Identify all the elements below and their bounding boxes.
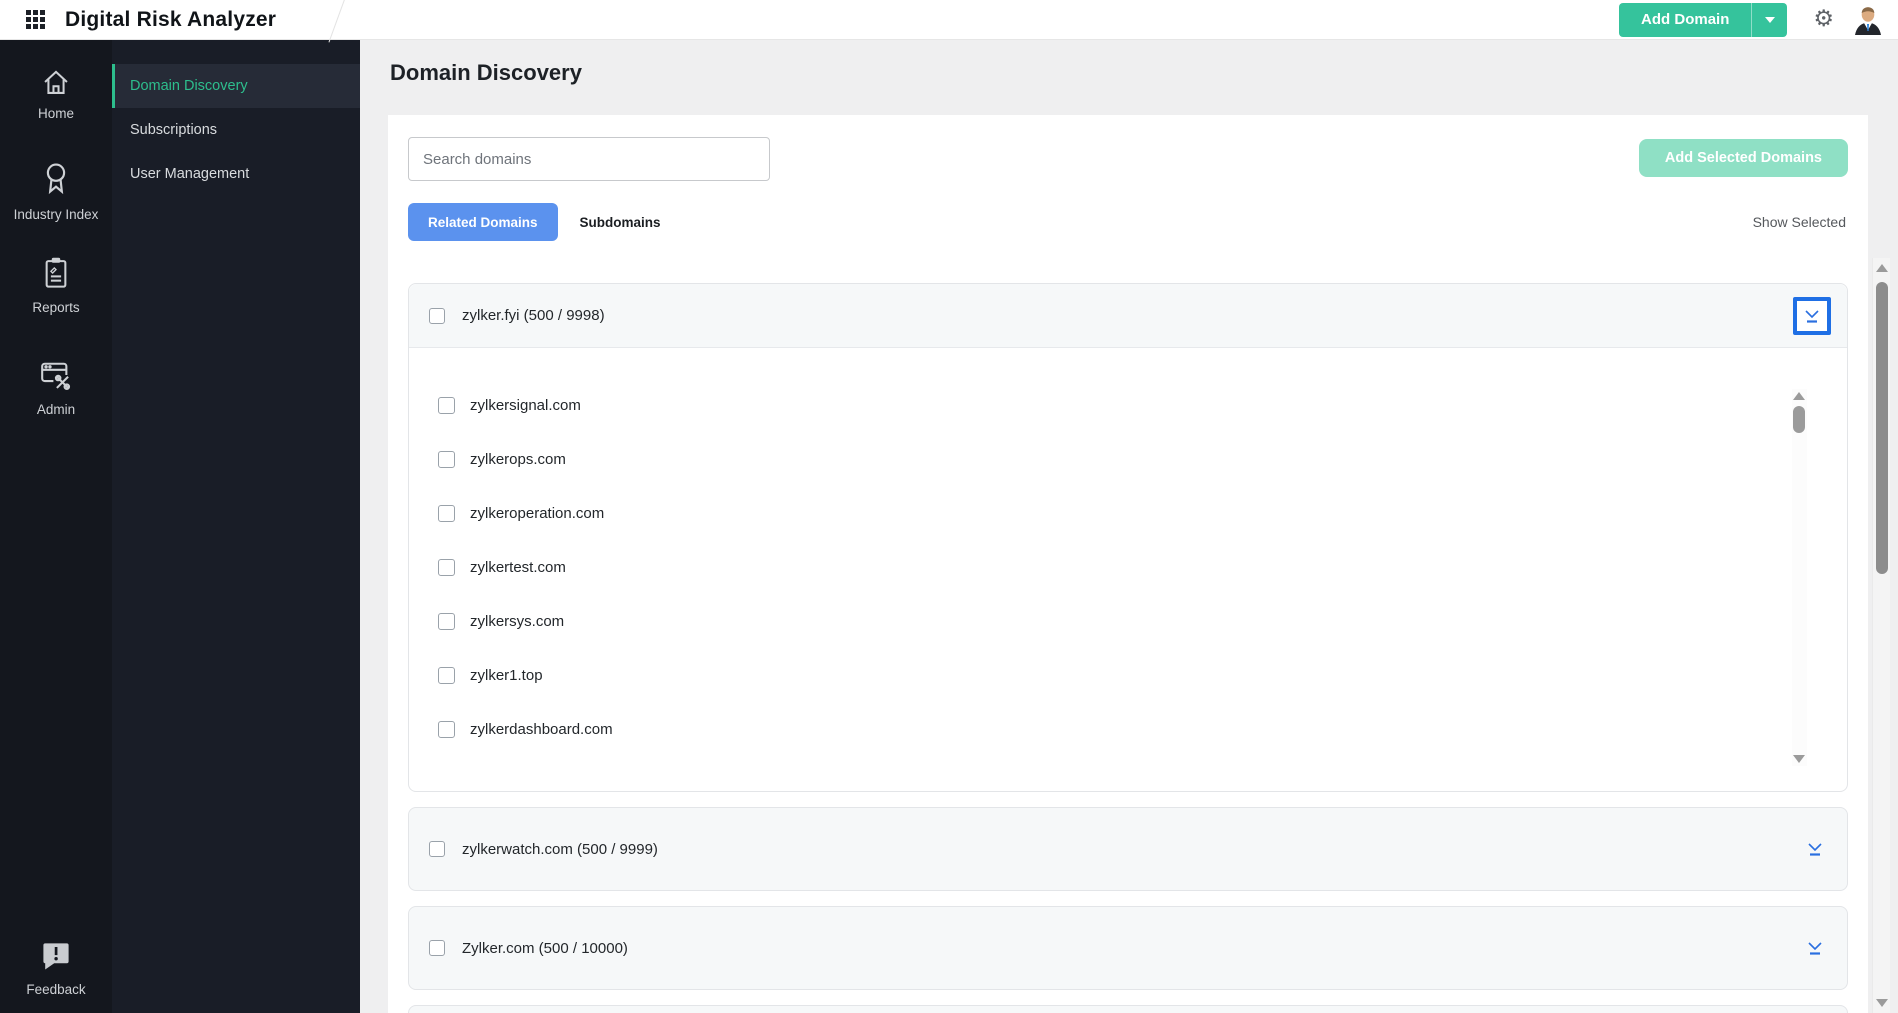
list-item: zylkersys.com <box>409 594 1847 648</box>
subnav-item-subscriptions[interactable]: Subscriptions <box>112 108 360 152</box>
domain-card-zylker-fyi: zylker.fyi (500 / 9998) zylkersignal.com <box>408 283 1848 792</box>
award-ribbon-icon <box>46 163 66 195</box>
sidebar-item-admin[interactable]: Admin <box>10 356 102 419</box>
tab-related-domains[interactable]: Related Domains <box>408 203 558 241</box>
collapse-expand-button[interactable] <box>1799 932 1831 964</box>
sidebar-item-label: Admin <box>36 401 76 417</box>
search-input[interactable] <box>408 137 770 181</box>
domain-label: zylkerdashboard.com <box>470 720 613 738</box>
sidebar-item-label: Reports <box>32 300 80 316</box>
scroll-up-arrow[interactable] <box>1793 392 1805 400</box>
sidebar-item-label: Home <box>37 106 74 121</box>
domain-label: zylkersignal.com <box>470 396 581 414</box>
domain-discovery-panel: Add Selected Domains Related Domains Sub… <box>388 115 1868 1013</box>
domain-label: zylkerops.com <box>470 450 566 468</box>
scroll-down-arrow[interactable] <box>1793 755 1805 763</box>
inner-scrollbar[interactable] <box>1792 389 1807 766</box>
list-item: zylkerdashboard.com <box>409 702 1847 756</box>
domain-list: zylker.fyi (500 / 9998) zylkersignal.com <box>408 283 1848 1013</box>
scrollbar-thumb[interactable] <box>1793 406 1805 433</box>
domain-checkbox[interactable] <box>429 841 445 857</box>
caret-down-icon <box>1764 16 1775 23</box>
domain-checkbox[interactable] <box>438 666 455 684</box>
sidebar-item-label: Industry Index <box>13 207 99 223</box>
domain-checkbox[interactable] <box>438 720 455 738</box>
subnav-item-domain-discovery[interactable]: Domain Discovery <box>112 64 360 108</box>
domain-checkbox[interactable] <box>429 940 445 956</box>
tabs-row: Related Domains Subdomains Show Selected <box>408 203 1848 241</box>
top-bar: Digital Risk Analyzer Add Domain ⚙ <box>0 0 1898 42</box>
chevron-expand-icon <box>1808 942 1822 955</box>
list-item: zylkeroperation.com <box>409 486 1847 540</box>
feedback-bubble-icon <box>43 943 69 970</box>
chevron-expand-icon <box>1808 843 1822 856</box>
domain-card-zylker-com: Zylker.com (500 / 10000) <box>408 906 1848 990</box>
settings-gear-icon[interactable]: ⚙ <box>1813 8 1834 31</box>
sidebar-item-label: Feedback <box>26 981 86 997</box>
page-scrollbar[interactable] <box>1872 258 1890 1013</box>
domain-checkbox[interactable] <box>438 612 455 630</box>
collapse-expand-button[interactable] <box>1793 296 1831 335</box>
home-icon <box>44 70 68 94</box>
clipboard-icon <box>45 258 67 289</box>
domain-label: zylker.fyi (500 / 9998) <box>462 307 605 324</box>
primary-sidebar: Home Industry Index Reports Admin Feedba… <box>0 40 112 1013</box>
domain-checkbox[interactable] <box>438 504 455 522</box>
domain-card-header: zylkerwatch.com (500 / 9999) <box>409 808 1847 890</box>
add-domain-button[interactable]: Add Domain <box>1619 2 1752 37</box>
domain-card-zylkerwatch: zylkerwatch.com (500 / 9999) <box>408 807 1848 891</box>
add-domain-dropdown-button[interactable] <box>1751 2 1788 37</box>
app-title: Digital Risk Analyzer <box>65 7 277 31</box>
list-item: zylkersignal.com <box>409 378 1847 432</box>
title-divider <box>328 0 349 42</box>
domain-label: zylkeroperation.com <box>470 504 605 522</box>
secondary-sidebar: Domain Discovery Subscriptions User Mana… <box>112 40 360 1013</box>
show-selected-link[interactable]: Show Selected <box>1753 214 1846 230</box>
apps-grid-icon[interactable] <box>26 10 45 29</box>
domain-checkbox[interactable] <box>429 307 445 324</box>
scroll-down-arrow[interactable] <box>1876 999 1888 1007</box>
sidebar-item-reports[interactable]: Reports <box>10 254 102 317</box>
list-item: zylkertest.com <box>409 540 1847 594</box>
tab-subdomains[interactable]: Subdomains <box>580 215 661 230</box>
main-content: Domain Discovery Add Selected Domains Re… <box>360 40 1898 1013</box>
scrollbar-thumb[interactable] <box>1876 282 1888 574</box>
domain-label: zylker1.top <box>470 666 543 684</box>
subnav-item-user-management[interactable]: User Management <box>112 152 360 196</box>
add-selected-domains-button[interactable]: Add Selected Domains <box>1638 139 1848 177</box>
domain-checkbox[interactable] <box>438 450 455 468</box>
scroll-up-arrow[interactable] <box>1876 264 1888 272</box>
domain-checkbox[interactable] <box>438 396 455 414</box>
related-domains-list: zylkersignal.com zylkerops.com zylkerope… <box>409 348 1847 791</box>
admin-tools-icon <box>41 362 71 390</box>
domain-label: zylkersys.com <box>470 612 565 630</box>
list-item: zylker1.top <box>409 648 1847 702</box>
domain-label: zylkertest.com <box>470 558 566 576</box>
chevron-expand-icon <box>1805 309 1819 323</box>
domain-label: Zylker.com (500 / 10000) <box>462 939 628 957</box>
list-item: zylkerops.com <box>409 432 1847 486</box>
collapse-expand-button[interactable] <box>1799 833 1831 865</box>
sidebar-item-industry-index[interactable]: Industry Index <box>10 159 102 224</box>
sidebar-item-home[interactable]: Home <box>10 66 102 123</box>
domain-card-partial <box>408 1005 1848 1013</box>
page-title: Domain Discovery <box>390 60 582 85</box>
domain-label: zylkerwatch.com (500 / 9999) <box>462 840 658 858</box>
domain-card-header: zylker.fyi (500 / 9998) <box>409 284 1847 348</box>
domain-checkbox[interactable] <box>438 558 455 576</box>
sidebar-item-feedback[interactable]: Feedback <box>10 938 102 999</box>
user-avatar[interactable] <box>1852 4 1884 36</box>
domain-card-header: Zylker.com (500 / 10000) <box>409 907 1847 989</box>
